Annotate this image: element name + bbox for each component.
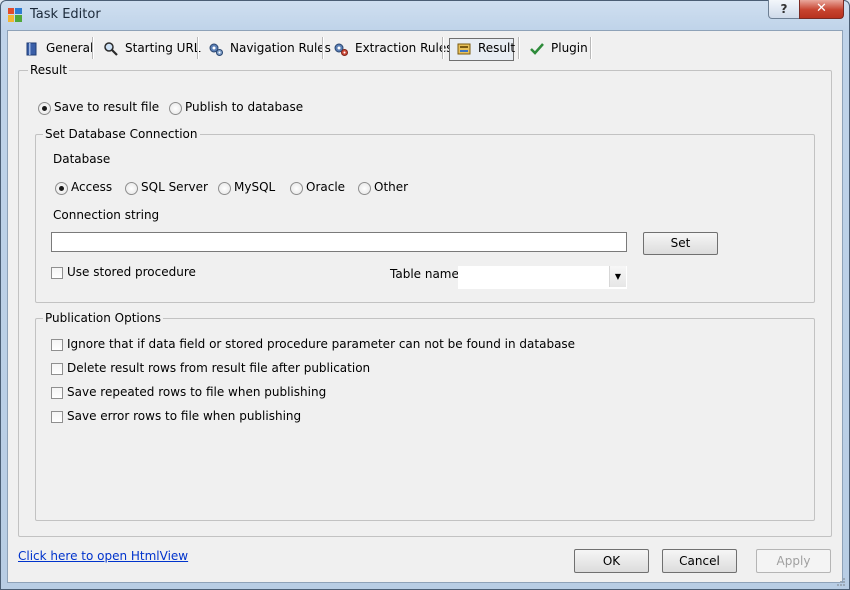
use-stored-procedure-label[interactable]: Use stored procedure [67,265,196,279]
cancel-button[interactable]: Cancel [662,549,737,573]
db-access-radio[interactable] [55,182,68,195]
tab-extraction-rules[interactable]: Extraction Rules [333,35,452,61]
option-checkbox-ignore-missing[interactable] [51,339,63,351]
checkmark-icon [529,40,545,56]
tab-label: Extraction Rules [355,41,453,55]
db-sqlserver-radio[interactable] [125,182,138,195]
tab-label: Plugin [551,41,588,55]
dropdown-arrow-icon[interactable]: ▼ [609,266,626,287]
tab-result[interactable]: Result [456,35,515,61]
set-button[interactable]: Set [643,232,718,255]
magnifier-icon [103,40,119,56]
db-oracle-radio[interactable] [290,182,303,195]
result-group-label: Result [28,63,70,77]
app-icon [8,8,22,22]
window-title: Task Editor [30,7,101,22]
publish-to-db-label[interactable]: Publish to database [185,100,303,114]
db-mysql-label[interactable]: MySQL [234,180,275,194]
tab-divider [197,37,199,59]
tab-label: Starting URL [125,41,201,55]
option-checkbox-save-repeated[interactable] [51,387,63,399]
db-access-label[interactable]: Access [71,180,112,194]
use-stored-procedure-checkbox[interactable] [51,267,63,279]
tab-divider [322,37,324,59]
tab-divider [590,37,592,59]
table-name-label: Table name [390,267,459,281]
result-icon [456,40,472,56]
option-checkbox-delete-rows[interactable] [51,363,63,375]
db-sqlserver-label[interactable]: SQL Server [141,180,208,194]
tab-label: Navigation Rules [230,41,331,55]
db-oracle-label[interactable]: Oracle [306,180,345,194]
tab-divider [442,37,444,59]
db-connection-group-label: Set Database Connection [43,127,200,141]
option-label-delete-rows[interactable]: Delete result rows from result file afte… [67,361,370,375]
tab-label: General [46,41,94,55]
tab-divider [92,37,94,59]
database-label: Database [53,152,111,166]
option-label-save-errors[interactable]: Save error rows to file when publishing [67,409,301,423]
option-checkbox-save-errors[interactable] [51,411,63,423]
tab-starting-url[interactable]: Starting URL [103,35,201,61]
tab-general[interactable]: General [24,35,93,61]
publish-to-db-radio[interactable] [169,102,182,115]
publication-options-group-label: Publication Options [43,311,163,325]
book-icon [24,40,40,56]
apply-button[interactable]: Apply [756,549,831,573]
db-other-label[interactable]: Other [374,180,408,194]
save-to-file-label[interactable]: Save to result file [54,100,159,114]
connection-string-label: Connection string [53,208,160,222]
title-bar[interactable]: Task Editor ? ✕ [0,0,850,30]
help-button[interactable]: ? [768,0,800,19]
tab-label: Result [478,41,516,55]
ok-button[interactable]: OK [574,549,649,573]
db-mysql-radio[interactable] [218,182,231,195]
connection-string-input[interactable] [51,232,627,252]
option-label-save-repeated[interactable]: Save repeated rows to file when publishi… [67,385,326,399]
open-htmlview-link[interactable]: Click here to open HtmlView [18,549,188,563]
tab-navigation-rules[interactable]: Navigation Rules [208,35,331,61]
close-button[interactable]: ✕ [799,0,844,19]
save-to-file-radio[interactable] [38,102,51,115]
tab-plugin[interactable]: Plugin [529,35,588,61]
option-label-ignore-missing[interactable]: Ignore that if data field or stored proc… [67,337,575,351]
db-other-radio[interactable] [358,182,371,195]
table-name-dropdown[interactable] [458,266,627,289]
gears-red-icon [333,40,349,56]
tab-divider [518,37,520,59]
gears-icon [208,40,224,56]
resize-grip-icon[interactable] [836,576,846,586]
